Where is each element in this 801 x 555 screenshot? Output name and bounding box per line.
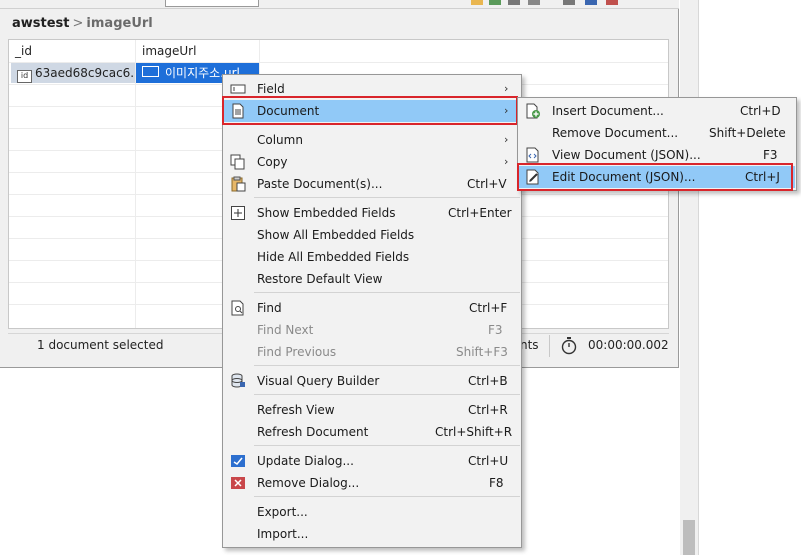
remove-icon [231, 477, 245, 489]
toolbar-combo[interactable] [165, 0, 259, 7]
update-icon [231, 455, 245, 467]
stopwatch-icon [561, 337, 577, 355]
menu-item-show-all-embedded-fields[interactable]: Show All Embedded Fields [224, 224, 520, 246]
chevron-right-icon: › [504, 155, 509, 168]
menu-item-export[interactable]: Export... [224, 501, 520, 523]
find-icon [231, 300, 244, 316]
toolbar-strip [0, 0, 679, 9]
document-submenu: Insert Document... Ctrl+D Remove Documen… [517, 97, 797, 191]
cell-id[interactable]: id 63aed68c9cac6... [11, 63, 135, 83]
view-json-icon [526, 147, 539, 163]
context-menu: Field › Document › Column › Copy › Paste… [222, 74, 522, 548]
menu-item-find[interactable]: Find Ctrl+F [224, 297, 520, 319]
menu-item-update-dialog[interactable]: Update Dialog... Ctrl+U [224, 450, 520, 472]
menu-item-copy[interactable]: Copy › [224, 151, 520, 173]
menu-item-find-next[interactable]: Find Next F3 [224, 319, 520, 341]
paste-icon [231, 176, 246, 192]
breadcrumb-separator: > [72, 16, 84, 31]
edit-json-icon [526, 169, 539, 185]
vertical-scrollbar[interactable] [680, 0, 698, 555]
menu-item-remove-dialog[interactable]: Remove Dialog... F8 [224, 472, 520, 494]
menu-item-visual-query-builder[interactable]: Visual Query Builder Ctrl+B [224, 370, 520, 392]
document-icon [232, 103, 244, 119]
scrollbar-thumb[interactable] [683, 520, 695, 555]
cell-id-value: 63aed68c9cac6... [35, 66, 135, 80]
status-selected-count: 1 document selected [37, 338, 164, 352]
menu-item-hide-all-embedded-fields[interactable]: Hide All Embedded Fields [224, 246, 520, 268]
expand-icon [231, 206, 245, 220]
field-icon [230, 84, 246, 94]
folder-icon[interactable] [471, 0, 484, 5]
menu-item-column[interactable]: Column › [224, 129, 520, 151]
status-document-count: nts [520, 338, 539, 352]
menu-item-import[interactable]: Import... [224, 523, 520, 545]
menu-item-remove-document[interactable]: Remove Document... Shift+Delete [519, 122, 795, 144]
menu-item-find-previous[interactable]: Find Previous Shift+F3 [224, 341, 520, 363]
menu-item-insert-document[interactable]: Insert Document... Ctrl+D [519, 100, 795, 122]
save-icon[interactable] [585, 0, 598, 5]
find-icon[interactable] [563, 0, 576, 5]
status-query-time: 00:00:00.002 [588, 338, 669, 352]
menu-item-show-embedded-fields[interactable]: Show Embedded Fields Ctrl+Enter [224, 202, 520, 224]
chevron-right-icon: › [504, 104, 509, 117]
breadcrumb-db[interactable]: awstest [12, 16, 70, 31]
delete-icon[interactable] [606, 0, 619, 5]
menu-item-paste[interactable]: Paste Document(s)... Ctrl+V [224, 173, 520, 195]
column-header-id[interactable]: _id [9, 40, 136, 62]
edit-icon[interactable] [508, 0, 521, 5]
breadcrumb: awstest > imageUrl [12, 16, 153, 31]
add-icon[interactable] [489, 0, 502, 5]
menu-item-edit-document-json[interactable]: Edit Document (JSON)... Ctrl+J [519, 166, 795, 188]
database-icon [231, 373, 245, 388]
status-divider [549, 335, 550, 357]
chevron-right-icon: › [504, 82, 509, 95]
menu-item-refresh-view[interactable]: Refresh View Ctrl+R [224, 399, 520, 421]
insert-document-icon [526, 103, 540, 119]
menu-item-refresh-document[interactable]: Refresh Document Ctrl+Shift+R [224, 421, 520, 443]
object-id-icon: id [17, 70, 32, 83]
breadcrumb-collection[interactable]: imageUrl [86, 16, 152, 31]
tree-icon[interactable] [528, 0, 541, 5]
menu-item-document[interactable]: Document › [224, 100, 520, 122]
column-header-imageurl[interactable]: imageUrl [136, 40, 260, 62]
chevron-right-icon: › [504, 133, 509, 146]
menu-item-restore-default-view[interactable]: Restore Default View [224, 268, 520, 290]
menu-item-view-document-json[interactable]: View Document (JSON)... F3 [519, 144, 795, 166]
menu-item-field[interactable]: Field › [224, 78, 520, 100]
copy-icon [230, 154, 245, 170]
string-type-icon [142, 66, 159, 77]
